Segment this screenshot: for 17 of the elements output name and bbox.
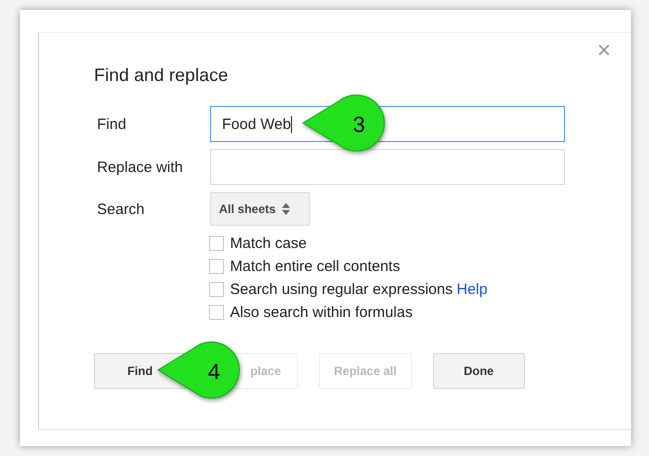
checkbox[interactable] (209, 236, 224, 251)
field-label: Find (96, 116, 128, 132)
checkbox[interactable] (209, 282, 224, 297)
sheet-dropdown[interactable]: All sheets (210, 192, 310, 226)
field-label: Replace with (96, 158, 184, 176)
help-link[interactable]: Help (456, 281, 488, 298)
checkbox[interactable] (209, 305, 224, 320)
dialog-button[interactable]: Done (432, 353, 525, 389)
field-label: Search (96, 200, 146, 218)
option-label: Also search within formulas (230, 304, 413, 321)
checkbox[interactable] (209, 259, 224, 274)
input-field[interactable] (210, 149, 565, 185)
dialog-title: Find and replace (94, 65, 228, 86)
sort-arrows-icon (282, 203, 290, 215)
option-label: Match case (230, 235, 307, 252)
option-label: Match entire cell contents (230, 258, 400, 275)
option-label: Search using regular expressions (230, 281, 453, 298)
